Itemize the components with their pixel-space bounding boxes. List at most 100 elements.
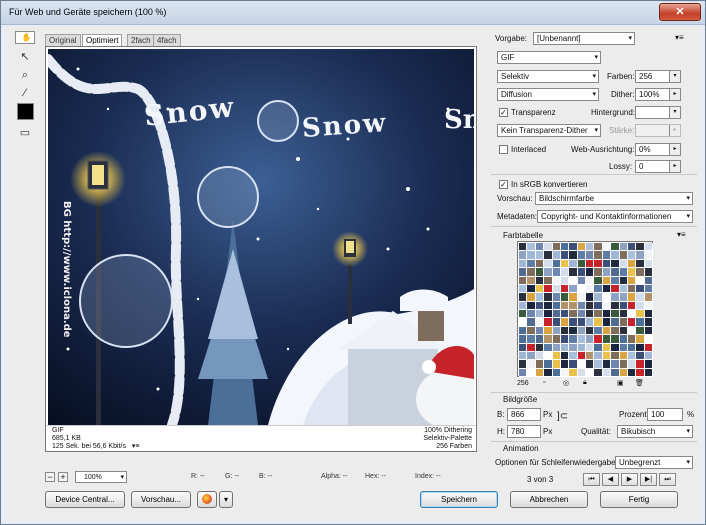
color-swatch[interactable]	[552, 351, 561, 361]
map-transparent-icon[interactable]: ▫	[543, 379, 545, 386]
color-table-menu-icon[interactable]: ▾≡	[677, 230, 686, 239]
color-swatch[interactable]	[627, 259, 637, 269]
color-swatch[interactable]	[636, 251, 645, 260]
color-swatch[interactable]	[636, 284, 645, 294]
color-swatch[interactable]	[602, 368, 612, 377]
color-swatch[interactable]	[569, 284, 578, 294]
colors-field[interactable]: 256 ▾	[635, 70, 681, 83]
color-swatch[interactable]	[544, 251, 553, 260]
color-swatch[interactable]	[535, 284, 545, 294]
color-swatch[interactable]	[619, 276, 628, 285]
color-swatch[interactable]	[586, 243, 595, 252]
color-swatch[interactable]	[577, 276, 586, 285]
color-swatch[interactable]	[636, 268, 645, 277]
color-swatch[interactable]	[527, 318, 536, 327]
dither-algorithm-select[interactable]: Diffusion ▾	[497, 88, 599, 101]
color-swatch[interactable]	[644, 335, 653, 344]
color-swatch[interactable]	[586, 276, 595, 285]
color-swatch[interactable]	[527, 284, 536, 294]
dither-field[interactable]: 100% ▸	[635, 88, 681, 101]
color-swatch[interactable]	[619, 351, 628, 361]
color-swatch[interactable]	[577, 259, 586, 269]
color-swatch[interactable]	[594, 293, 603, 302]
color-swatch[interactable]	[569, 368, 578, 377]
color-swatch[interactable]	[577, 310, 586, 319]
color-swatch[interactable]	[619, 368, 628, 377]
browser-preview-button[interactable]	[197, 491, 217, 508]
color-swatch[interactable]	[594, 276, 603, 285]
color-swatch[interactable]	[619, 343, 628, 352]
loop-options-select[interactable]: Unbegrenzt ▾	[615, 456, 693, 469]
color-swatch[interactable]	[560, 259, 570, 269]
slice-select-icon[interactable]: ↖	[15, 49, 35, 65]
color-swatch[interactable]	[569, 243, 578, 252]
color-swatch[interactable]	[636, 326, 645, 336]
color-swatch[interactable]	[560, 268, 570, 277]
color-swatch[interactable]	[577, 293, 586, 302]
color-swatch[interactable]	[535, 268, 545, 277]
color-swatch[interactable]	[560, 243, 570, 252]
color-swatch[interactable]	[586, 318, 595, 327]
color-swatch[interactable]	[527, 301, 536, 310]
color-swatch[interactable]	[544, 243, 553, 252]
color-swatch[interactable]	[535, 251, 545, 260]
color-swatch[interactable]	[611, 368, 620, 377]
color-swatch[interactable]	[644, 268, 653, 277]
color-swatch[interactable]	[560, 310, 570, 319]
color-swatch[interactable]	[535, 368, 545, 377]
color-swatch[interactable]	[577, 368, 586, 377]
color-swatch[interactable]	[627, 343, 637, 352]
color-swatch[interactable]	[552, 243, 561, 252]
color-swatch[interactable]	[527, 360, 536, 369]
color-swatch[interactable]	[527, 310, 536, 319]
color-swatch[interactable]	[586, 293, 595, 302]
color-swatch[interactable]	[602, 326, 612, 336]
eyedropper-icon[interactable]: ⁄	[15, 85, 35, 101]
zoom-out-button[interactable]: −	[45, 472, 55, 482]
color-swatch[interactable]	[552, 310, 561, 319]
color-swatch[interactable]	[644, 351, 653, 361]
color-swatch[interactable]	[560, 251, 570, 260]
color-swatch[interactable]	[519, 343, 528, 352]
color-swatch[interactable]	[527, 243, 536, 252]
color-swatch[interactable]	[560, 276, 570, 285]
color-swatch[interactable]	[594, 326, 603, 336]
color-swatch[interactable]	[569, 326, 578, 336]
color-swatch[interactable]	[560, 326, 570, 336]
color-swatch[interactable]	[569, 259, 578, 269]
percent-field[interactable]: 100	[647, 408, 683, 421]
color-swatch[interactable]	[627, 326, 637, 336]
color-swatch[interactable]	[535, 301, 545, 310]
color-swatch[interactable]	[636, 343, 645, 352]
color-swatch[interactable]	[577, 284, 586, 294]
format-select[interactable]: GIF ▾	[497, 51, 601, 64]
color-swatch[interactable]	[644, 318, 653, 327]
color-swatch[interactable]	[611, 335, 620, 344]
color-swatch[interactable]	[586, 259, 595, 269]
color-swatch[interactable]	[619, 326, 628, 336]
color-swatch[interactable]	[544, 293, 553, 302]
color-swatch[interactable]	[644, 301, 653, 310]
color-swatch[interactable]	[527, 268, 536, 277]
color-swatch[interactable]	[602, 259, 612, 269]
color-swatch[interactable]	[519, 259, 528, 269]
color-swatch[interactable]	[569, 335, 578, 344]
color-swatch[interactable]	[627, 335, 637, 344]
color-swatch[interactable]	[577, 335, 586, 344]
color-swatch[interactable]	[602, 276, 612, 285]
color-swatch[interactable]	[535, 351, 545, 361]
color-swatch[interactable]	[611, 284, 620, 294]
device-central-button[interactable]: Device Central...	[45, 491, 125, 508]
color-swatch[interactable]	[586, 351, 595, 361]
color-swatch[interactable]	[560, 284, 570, 294]
color-swatch[interactable]	[586, 335, 595, 344]
color-swatch[interactable]	[552, 335, 561, 344]
color-swatch[interactable]	[527, 276, 536, 285]
preview-button[interactable]: Vorschau...	[131, 491, 191, 508]
color-swatch[interactable]	[569, 268, 578, 277]
color-swatch[interactable]	[619, 318, 628, 327]
color-swatch[interactable]	[552, 259, 561, 269]
color-swatch[interactable]	[552, 368, 561, 377]
color-swatch[interactable]	[535, 293, 545, 302]
color-swatch[interactable]	[552, 343, 561, 352]
